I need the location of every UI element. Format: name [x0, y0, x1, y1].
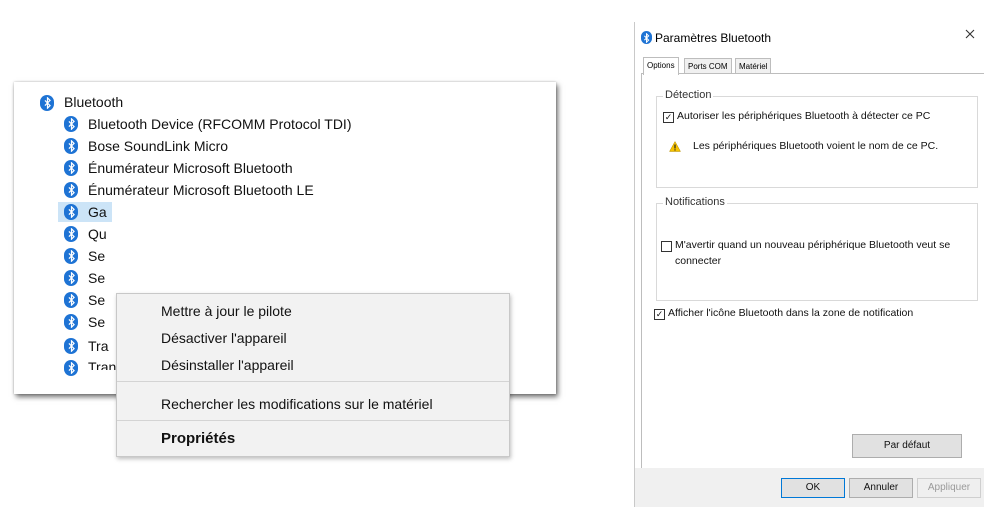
bluetooth-icon: [64, 292, 78, 308]
bluetooth-icon: [64, 248, 78, 264]
show-tray-icon-checkbox[interactable]: ✓: [654, 309, 665, 320]
ok-button[interactable]: OK: [781, 478, 845, 498]
context-menu: Mettre à jour le pilote Désactiver l'app…: [116, 293, 510, 457]
bluetooth-icon: [64, 270, 78, 286]
bluetooth-icon: [641, 31, 652, 44]
notifications-group: Notifications M'avertir quand un nouveau…: [656, 196, 978, 301]
allow-discovery-label: Autoriser les périphériques Bluetooth à …: [677, 110, 931, 122]
tab-panel-options: Détection ✓ Autoriser les périphériques …: [641, 73, 984, 470]
dialog-footer: OK Annuler Appliquer: [635, 468, 984, 507]
alert-new-device-checkbox[interactable]: [661, 241, 672, 252]
alert-new-device-label-line1: M'avertir quand un nouveau périphérique …: [675, 239, 951, 251]
menu-item-update-driver[interactable]: Mettre à jour le pilote: [161, 302, 292, 320]
cancel-button[interactable]: Annuler: [849, 478, 913, 498]
bluetooth-settings-dialog: Paramètres Bluetooth Options Ports COM M…: [634, 22, 984, 507]
bluetooth-icon: [64, 160, 78, 176]
tab-options[interactable]: Options: [643, 57, 679, 75]
menu-separator: [117, 381, 509, 382]
device-item[interactable]: Se: [88, 247, 105, 265]
device-item[interactable]: Bose SoundLink Micro: [88, 137, 228, 155]
detection-legend: Détection: [663, 89, 714, 101]
menu-item-disable-device[interactable]: Désactiver l'appareil: [161, 329, 287, 347]
bluetooth-icon: [64, 338, 78, 354]
close-icon[interactable]: [965, 26, 975, 44]
bluetooth-icon: [64, 116, 78, 132]
warning-icon: [669, 141, 681, 152]
bluetooth-category-icon: [40, 95, 54, 111]
show-tray-icon-label: Afficher l'icône Bluetooth dans la zone …: [668, 307, 914, 319]
menu-item-properties[interactable]: Propriétés: [161, 430, 235, 448]
bluetooth-icon: [64, 204, 78, 220]
device-item[interactable]: Bluetooth Device (RFCOMM Protocol TDI): [88, 115, 351, 133]
menu-item-scan-hardware[interactable]: Rechercher les modifications sur le maté…: [161, 395, 433, 413]
detection-group: Détection ✓ Autoriser les périphériques …: [656, 89, 978, 188]
restore-defaults-button[interactable]: Par défaut: [852, 434, 962, 458]
menu-item-uninstall-device[interactable]: Désinstaller l'appareil: [161, 356, 294, 374]
menu-separator: [117, 420, 509, 421]
apply-button[interactable]: Appliquer: [917, 478, 981, 498]
bluetooth-icon: [64, 314, 78, 330]
alert-new-device-label-line2: connecter: [675, 255, 722, 267]
device-item-selected[interactable]: Ga: [88, 203, 107, 221]
device-item[interactable]: Qu: [88, 225, 107, 243]
tree-category-bluetooth[interactable]: Bluetooth: [64, 93, 123, 111]
detection-warning-text: Les périphériques Bluetooth voient le no…: [693, 140, 939, 152]
notifications-legend: Notifications: [663, 196, 727, 208]
bluetooth-icon: [64, 360, 78, 376]
bluetooth-icon: [64, 226, 78, 242]
device-item[interactable]: Énumérateur Microsoft Bluetooth LE: [88, 181, 314, 199]
device-item[interactable]: Se: [88, 269, 105, 287]
device-manager-panel: Bluetooth Bluetooth Device (RFCOMM Proto…: [14, 82, 556, 457]
device-item[interactable]: Se: [88, 291, 105, 309]
device-item[interactable]: Énumérateur Microsoft Bluetooth: [88, 159, 293, 177]
allow-discovery-checkbox[interactable]: ✓: [663, 112, 674, 123]
bluetooth-icon: [64, 182, 78, 198]
dialog-title: Paramètres Bluetooth: [655, 31, 772, 45]
device-item[interactable]: Tra: [88, 337, 108, 355]
device-item[interactable]: Se: [88, 313, 105, 331]
bluetooth-icon: [64, 138, 78, 154]
